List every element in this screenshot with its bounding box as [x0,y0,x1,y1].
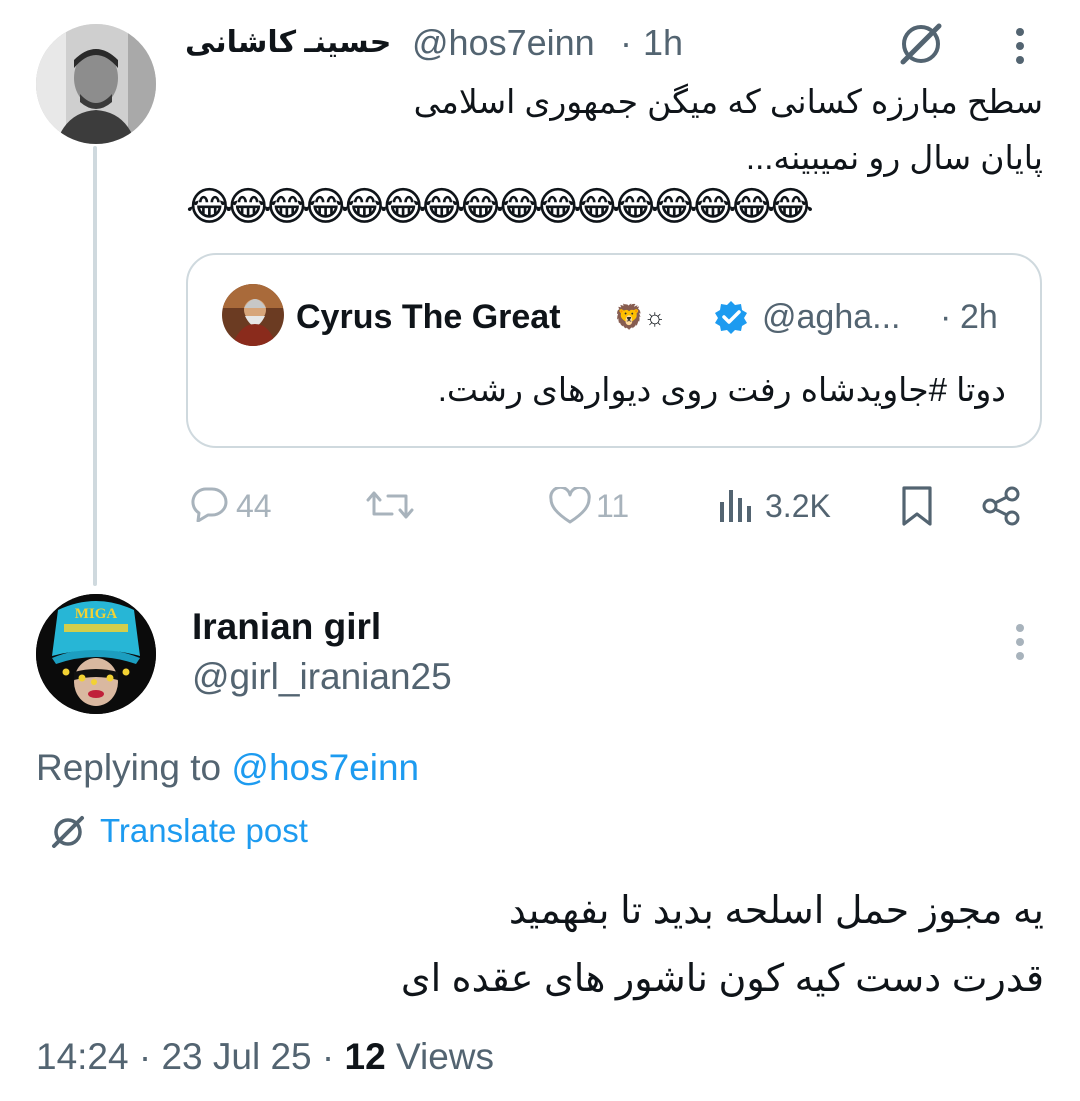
quote-post-time[interactable]: 2h [960,296,998,338]
share-icon[interactable] [980,486,1022,526]
quote-avatar[interactable] [222,284,284,346]
views-count-number: 12 [344,1036,386,1077]
author-handle[interactable]: @hos7einn [412,21,595,65]
avatar[interactable] [36,24,156,144]
bookmark-icon[interactable] [900,485,934,527]
grok-icon[interactable] [895,18,947,70]
post-text-line-2: پایان سال رو نمیبینه... [745,139,1043,176]
translate-icon[interactable] [48,812,88,852]
translate-post-link[interactable]: Translate post [100,810,308,852]
reply-avatar[interactable]: MIGA [36,594,156,714]
reply-text-line-2: قدرت دست کیه کون ناشور های عقده ای [400,958,1044,1000]
views-count[interactable]: 3.2K [765,487,831,525]
replying-to-handle[interactable]: @hos7einn [231,747,419,788]
views-icon[interactable] [718,488,758,524]
post-meta: 14:24 · 23 Jul 25 · 12 Views [36,1034,494,1080]
post-timestamp[interactable]: 14:24 · 23 Jul 25 · [36,1036,334,1077]
views-label: Views [395,1036,494,1077]
more-options-icon[interactable] [1010,26,1030,66]
verified-badge-icon [713,299,749,335]
reply-icon[interactable] [188,486,228,522]
reply-author-name[interactable]: Iranian girl [192,604,381,650]
reply-count[interactable]: 44 [236,487,272,525]
quote-author-handle[interactable]: @agha... [762,296,901,338]
replying-to-label: Replying to [36,747,222,788]
avatar-hat-text: MIGA [75,606,118,622]
repost-icon[interactable] [366,486,414,524]
reply-author-handle[interactable]: @girl_iranian25 [192,654,452,700]
like-count[interactable]: 11 [596,487,629,525]
quoted-post-card[interactable] [186,253,1042,448]
emoji-row: 😂😂😂😂😂😂😂😂😂😂😂😂😂😂😂😂 [186,185,814,229]
thread-line [93,146,97,586]
quote-name-symbols: 🦁☼ [614,304,666,331]
quote-separator-dot: · [940,298,952,336]
replying-to: Replying to @hos7einn [36,745,419,791]
reply-text-line-1: یه مجوز حمل اسلحه بدید تا بفهمید [508,890,1044,932]
separator-dot: · [620,22,632,63]
post-text-line-1: سطح مبارزه کسانی که میگن جمهوری اسلامی [413,83,1043,120]
quote-post-text: دوتا #جاویدشاه رفت روی دیوارهای رشت. [437,371,1006,408]
like-icon[interactable] [548,487,592,525]
post-time[interactable]: 1h [643,21,683,65]
author-name[interactable]: حسینـ کاشانی [185,20,403,66]
quote-author-name[interactable]: Cyrus The Great [296,296,561,338]
reply-more-options-icon[interactable] [1010,622,1030,662]
